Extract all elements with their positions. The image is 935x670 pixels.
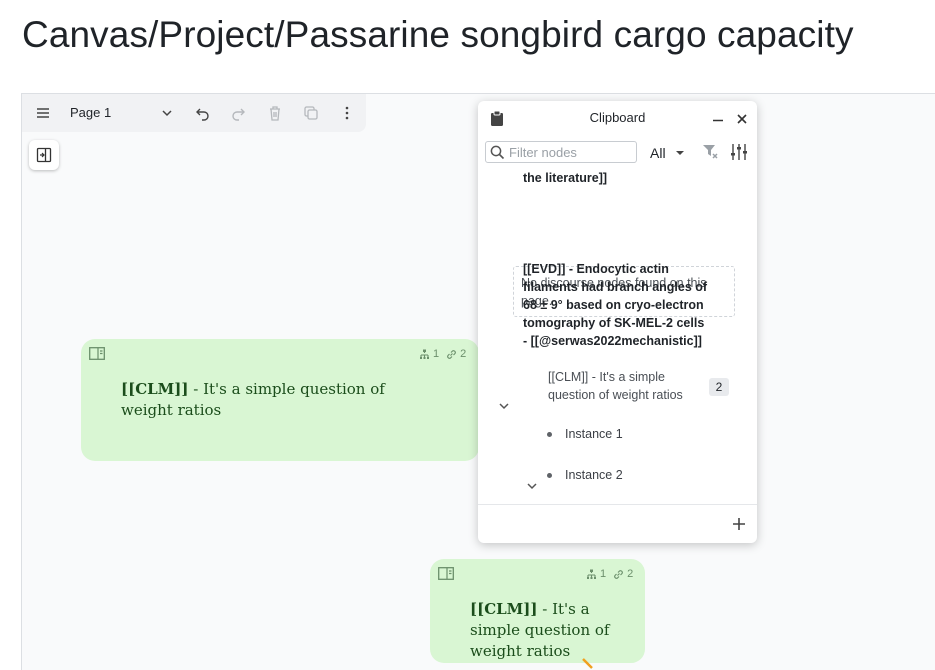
close-icon[interactable] xyxy=(735,112,749,126)
clipboard-list[interactable]: the literature]] No discourse nodes foun… xyxy=(478,169,757,504)
evidence-line: 68 ± 9° based on cryo-electron xyxy=(523,298,704,312)
claim-line: question of weight ratios xyxy=(548,388,683,402)
sidebar-toggle-button[interactable] xyxy=(29,140,59,170)
children-count: 1 xyxy=(600,568,607,580)
filter-nodes-input[interactable] xyxy=(509,144,629,160)
instance-count-badge: 2 xyxy=(709,378,729,396)
truncated-node-item[interactable]: the literature]] xyxy=(523,169,607,187)
add-icon[interactable] xyxy=(732,517,746,531)
evidence-line: filaments had branch angles of xyxy=(523,280,708,294)
clipboard-footer xyxy=(478,504,757,543)
menu-icon[interactable] xyxy=(32,102,54,124)
claim-line: [[CLM]] - It's a simple xyxy=(548,370,665,384)
links-count: 2 xyxy=(460,348,467,360)
node-panel-icon[interactable] xyxy=(438,567,454,580)
evidence-line: [[EVD]] - Endocytic actin xyxy=(523,262,669,276)
node-meta: 1 2 xyxy=(586,568,633,580)
chevron-down-icon[interactable] xyxy=(498,400,510,412)
filter-type-select[interactable]: All xyxy=(650,145,666,161)
links-count: 2 xyxy=(627,568,634,580)
node-meta: 1 2 xyxy=(419,348,466,360)
evidence-line: - [[@serwas2022mechanistic]] xyxy=(523,334,702,348)
node-panel-icon[interactable] xyxy=(89,347,105,360)
discourse-node-claim[interactable]: 1 2 [[CLM]] - It's a simple question of … xyxy=(430,559,645,663)
clear-filter-icon[interactable] xyxy=(702,144,720,160)
instance-item[interactable]: Instance 2 xyxy=(565,466,623,484)
children-count: 1 xyxy=(433,348,440,360)
duplicate-icon[interactable] xyxy=(300,102,322,124)
search-icon xyxy=(490,145,505,159)
chevron-down-icon[interactable] xyxy=(526,480,538,492)
chevron-down-icon[interactable] xyxy=(156,102,178,124)
page-name[interactable]: Page 1 xyxy=(70,105,111,120)
hierarchy-icon xyxy=(420,349,429,359)
clipboard-panel: Clipboard All the literature]] No discou… xyxy=(478,101,757,543)
link-icon xyxy=(614,569,623,579)
minimize-icon[interactable] xyxy=(711,113,725,127)
node-tag: [[CLM]] xyxy=(470,600,538,618)
caret-down-icon[interactable] xyxy=(674,147,686,159)
filter-nodes-field[interactable] xyxy=(485,141,637,163)
link-icon xyxy=(447,349,456,359)
redo-icon[interactable] xyxy=(227,102,249,124)
hierarchy-icon xyxy=(587,569,596,579)
discourse-node-claim[interactable]: 1 2 [[CLM]] - It's a simple question of … xyxy=(81,339,479,461)
edge-arrow[interactable] xyxy=(580,657,596,670)
evidence-line: tomography of SK-MEL-2 cells xyxy=(523,316,705,330)
node-tag: [[CLM]] xyxy=(121,380,189,398)
undo-icon[interactable] xyxy=(192,102,214,124)
trash-icon[interactable] xyxy=(264,102,286,124)
canvas-toolbar: Page 1 xyxy=(22,94,366,132)
node-text: [[CLM]] - It's a simple question of weig… xyxy=(121,379,441,421)
bullet-icon xyxy=(547,432,552,437)
sliders-icon[interactable] xyxy=(730,143,748,161)
bullet-icon xyxy=(547,473,552,478)
sidebar-expand-icon xyxy=(36,147,52,163)
node-text: [[CLM]] - It's a simple question of weig… xyxy=(470,599,620,662)
more-vertical-icon[interactable] xyxy=(336,102,358,124)
instance-item[interactable]: Instance 1 xyxy=(565,425,623,443)
page-title: Canvas/Project/Passarine songbird cargo … xyxy=(22,14,854,55)
